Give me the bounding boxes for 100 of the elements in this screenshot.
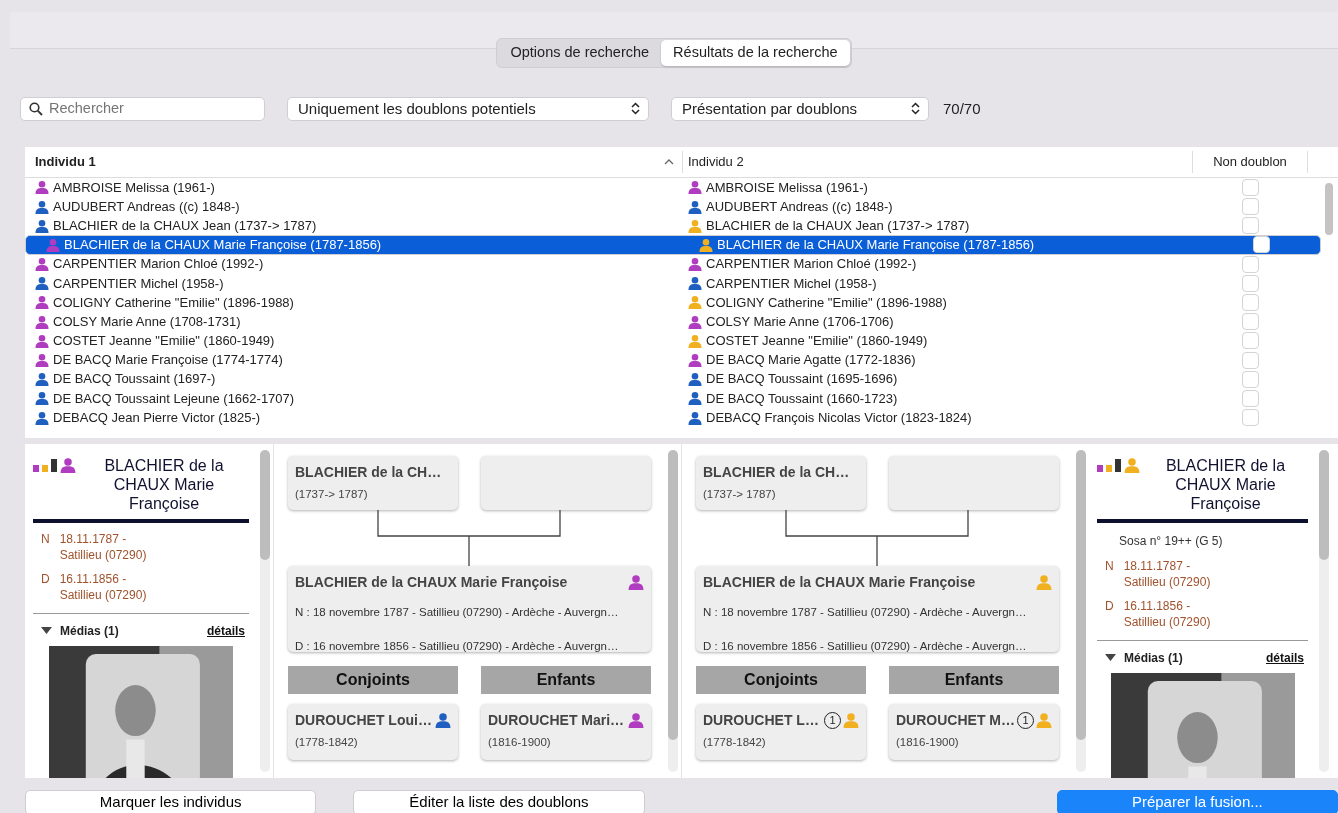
table-cell-text: COSTET Jeanne "Emilie" (1860-1949) <box>706 332 928 351</box>
table-row[interactable]: DE BACQ Toussaint Lejeune (1662-1707) DE BACQ Toussaint (1660-1723) <box>25 388 1321 408</box>
person-name: DUROUCHET Mari… <box>488 710 625 730</box>
table-cell-text: AMBROISE Melissa (1961-) <box>53 178 215 197</box>
table-cell-text: COLIGNY Catherine "Emilie" (1896-1988) <box>706 293 947 312</box>
person-name: BLACHIER de la CHAUX Marie Françoise <box>103 455 225 513</box>
checkbox[interactable] <box>1242 274 1259 292</box>
person-dates: (1737-> 1787) <box>703 486 777 502</box>
person-card[interactable]: DUROUCHET M… 1 (1816-1900) <box>889 703 1059 760</box>
table-row[interactable]: DE BACQ Marie Françoise (1774-1774) DE BACQ Marie Agatte (1772-1836) <box>25 350 1321 370</box>
details-link[interactable]: détails <box>1266 648 1304 667</box>
person-dates: (1737-> 1787) <box>295 486 369 502</box>
checkbox[interactable] <box>1242 409 1259 427</box>
quality-bars-icon <box>33 457 57 473</box>
column-header[interactable]: Individu 2 <box>688 152 744 172</box>
table-cell-text: AUDUBERT Andreas ((c) 1848-) <box>53 197 240 216</box>
select-value: Présentation par doublons <box>682 98 858 119</box>
event-text: D : 16 novembre 1856 - Satillieu (07290) - Ardèche - Auvergn… <box>295 639 620 654</box>
checkbox[interactable] <box>1242 178 1259 196</box>
event-type: D <box>1105 597 1114 615</box>
checkbox[interactable] <box>1242 313 1259 331</box>
person-card[interactable] <box>481 455 651 510</box>
column-header[interactable]: Individu 1 <box>35 152 96 172</box>
table-cell-text: DEBACQ François Nicolas Victor (1823-1824) <box>706 408 972 427</box>
table-cell-text: BLACHIER de la CHAUX Jean (1737-> 1787) <box>706 216 970 235</box>
table-row[interactable]: BLACHIER de la CHAUX Marie Françoise (1787-1856) BLACHIER de la CHAUX Marie Françoise (1787-1856) <box>25 235 1321 255</box>
table-row[interactable]: DEBACQ Jean Pierre Victor (1825-) DEBACQ François Nicolas Victor (1823-1824) <box>25 408 1321 428</box>
updown-icon <box>631 102 640 116</box>
event-text: N : 18 novembre 1787 - Satillieu (07290) - Ardèche - Auvergn… <box>295 604 620 620</box>
person-dates: (1816-1900) <box>488 734 552 750</box>
table-cell-text: CARPENTIER Michel (1958-) <box>53 274 224 293</box>
person-card[interactable]: BLACHIER de la CH… (1737-> 1787) <box>696 455 866 510</box>
sosa-number: Sosa n° 19++ (G 5) <box>1118 532 1224 550</box>
disclosure-icon <box>1105 653 1116 662</box>
scrollbar[interactable] <box>1325 182 1333 235</box>
scrollbar[interactable] <box>1319 449 1329 560</box>
person-card[interactable]: DUROUCHET Loui… (1778-1842) <box>288 703 458 760</box>
scrollbar[interactable] <box>1076 449 1086 740</box>
person-card[interactable]: DUROUCHET Mari… (1816-1900) <box>481 703 651 760</box>
button[interactable]: Préparer la fusion... <box>1056 789 1338 813</box>
select-field[interactable]: Uniquement les doublons potentiels <box>287 96 649 121</box>
table-row[interactable]: COSTET Jeanne "Emilie" (1860-1949) COSTET Jeanne "Emilie" (1860-1949) <box>25 331 1321 351</box>
person-name: BLACHIER de la CH… <box>703 462 850 482</box>
select-field[interactable]: Présentation par doublons <box>671 96 929 121</box>
table-cell-text: COSTET Jeanne "Emilie" (1860-1949) <box>53 332 275 351</box>
event-text: 18.11.1787 - Satillieu (07290) <box>59 530 148 563</box>
checkbox[interactable] <box>1242 370 1259 388</box>
table-row[interactable]: CARPENTIER Michel (1958-) CARPENTIER Michel (1958-) <box>25 273 1321 293</box>
table-row[interactable]: BLACHIER de la CHAUX Jean (1737-> 1787) BLACHIER de la CHAUX Jean (1737-> 1787) <box>25 216 1321 236</box>
section-header: Conjoints <box>288 665 458 694</box>
person-card[interactable]: BLACHIER de la CHAUX Marie Françoise N : 18 novembre 1787 - Satillieu (07290) - Ardèche - Auvergn… D : 16 novembre 1856 - Satillieu (07290) - Ardèche - Auvergn… <box>696 565 1059 652</box>
sort-icon <box>664 158 674 165</box>
updown-icon <box>911 102 920 116</box>
checkbox[interactable] <box>1242 332 1259 350</box>
checkbox[interactable] <box>1242 293 1259 311</box>
scrollbar[interactable] <box>260 449 270 560</box>
checkbox[interactable] <box>1242 198 1259 216</box>
button[interactable]: Marquer les individus <box>25 789 317 813</box>
event-type: N <box>41 530 50 548</box>
table-cell-text: CARPENTIER Marion Chloé (1992-) <box>706 255 917 274</box>
tab[interactable]: Options de recherche <box>498 40 662 66</box>
table-cell-text: COLIGNY Catherine "Emilie" (1896-1988) <box>53 293 294 312</box>
details-link[interactable]: détails <box>207 621 245 640</box>
table-row[interactable]: COLSY Marie Anne (1708-1731) COLSY Marie Anne (1706-1706) <box>25 312 1321 332</box>
person-card[interactable]: BLACHIER de la CH… (1737-> 1787) <box>288 455 458 510</box>
quality-bars-icon <box>1097 457 1121 473</box>
event-text: 18.11.1787 - Satillieu (07290) <box>1123 557 1212 590</box>
checkbox[interactable] <box>1242 351 1259 369</box>
button[interactable]: Éditer la liste des doublons <box>353 789 645 813</box>
table-row[interactable]: COLIGNY Catherine "Emilie" (1896-1988) COLIGNY Catherine "Emilie" (1896-1988) <box>25 292 1321 313</box>
checkbox[interactable] <box>1253 236 1270 254</box>
column-header[interactable]: Non doublon <box>1213 152 1287 172</box>
search-field[interactable]: Rechercher <box>20 96 265 121</box>
section-title: Médias (1) <box>60 622 119 640</box>
tab[interactable]: Résultats de la recherche <box>661 40 850 66</box>
person-card[interactable]: DUROUCHET L… 1 (1778-1842) <box>696 703 866 760</box>
table-cell-text: DE BACQ Marie Françoise (1774-1774) <box>53 351 283 370</box>
table-row[interactable]: AMBROISE Melissa (1961-) AMBROISE Melissa (1961-) <box>25 177 1321 197</box>
table-cell-text: COLSY Marie Anne (1706-1706) <box>706 312 894 331</box>
table-cell-text: DE BACQ Toussaint Lejeune (1662-1707) <box>53 389 295 408</box>
table-row[interactable]: AUDUBERT Andreas ((c) 1848-) AUDUBERT Andreas ((c) 1848-) <box>25 196 1321 217</box>
table-cell-text: BLACHIER de la CHAUX Marie Françoise (1787-1856) <box>64 236 382 255</box>
section-title: Médias (1) <box>1124 649 1183 667</box>
person-name: BLACHIER de la CH… <box>295 462 442 482</box>
table-row[interactable]: DE BACQ Toussaint (1697-) DE BACQ Toussaint (1695-1696) <box>25 369 1321 389</box>
person-name: DUROUCHET Loui… <box>295 710 432 730</box>
checkbox[interactable] <box>1242 389 1259 407</box>
table-cell-text: COLSY Marie Anne (1708-1731) <box>53 312 241 331</box>
disclosure-icon <box>41 626 52 635</box>
table-cell-text: DEBACQ Jean Pierre Victor (1825-) <box>53 408 261 427</box>
person-card[interactable] <box>889 455 1059 510</box>
table-row[interactable]: CARPENTIER Marion Chloé (1992-) CARPENTIER Marion Chloé (1992-) <box>25 254 1321 274</box>
checkbox[interactable] <box>1242 255 1259 273</box>
table-cell-text: DE BACQ Toussaint (1697-) <box>53 370 216 389</box>
event-type: N <box>1105 557 1114 575</box>
person-card[interactable]: BLACHIER de la CHAUX Marie Françoise N : 18 novembre 1787 - Satillieu (07290) - Ardèche - Auvergn… D : 16 novembre 1856 - Satillieu (07290) - Ardèche - Auvergn… <box>288 565 651 652</box>
person-dates: (1778-1842) <box>295 734 359 750</box>
checkbox[interactable] <box>1242 217 1259 235</box>
scrollbar[interactable] <box>668 449 678 740</box>
result-count: 70/70 <box>943 98 981 119</box>
